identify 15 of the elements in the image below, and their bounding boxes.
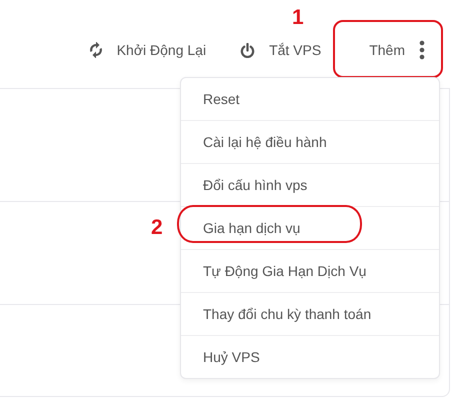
menu-item[interactable]: Đổi cấu hình vps bbox=[203, 177, 308, 193]
menu-item[interactable]: Huỷ VPS bbox=[203, 349, 260, 365]
menu-item[interactable]: Tự Động Gia Hạn Dịch Vụ bbox=[203, 263, 366, 279]
power-icon bbox=[240, 42, 256, 58]
menu-item[interactable]: Reset bbox=[203, 91, 240, 107]
more-icon bbox=[419, 40, 425, 60]
step-number: 2 bbox=[151, 216, 163, 240]
restart-button[interactable]: Khởi Động Lại bbox=[74, 28, 220, 72]
menu-item[interactable]: Thay đổi chu kỳ thanh toán bbox=[203, 306, 372, 322]
refresh-icon bbox=[88, 42, 103, 58]
shutdown-button[interactable]: Tắt VPS bbox=[226, 28, 336, 72]
menu-item[interactable]: Gia hạn dịch vụ bbox=[203, 220, 300, 236]
step-number: 1 bbox=[292, 6, 304, 30]
menu-item[interactable]: Cài lại hệ điều hành bbox=[203, 134, 327, 150]
more-button[interactable]: Thêm bbox=[361, 28, 435, 72]
